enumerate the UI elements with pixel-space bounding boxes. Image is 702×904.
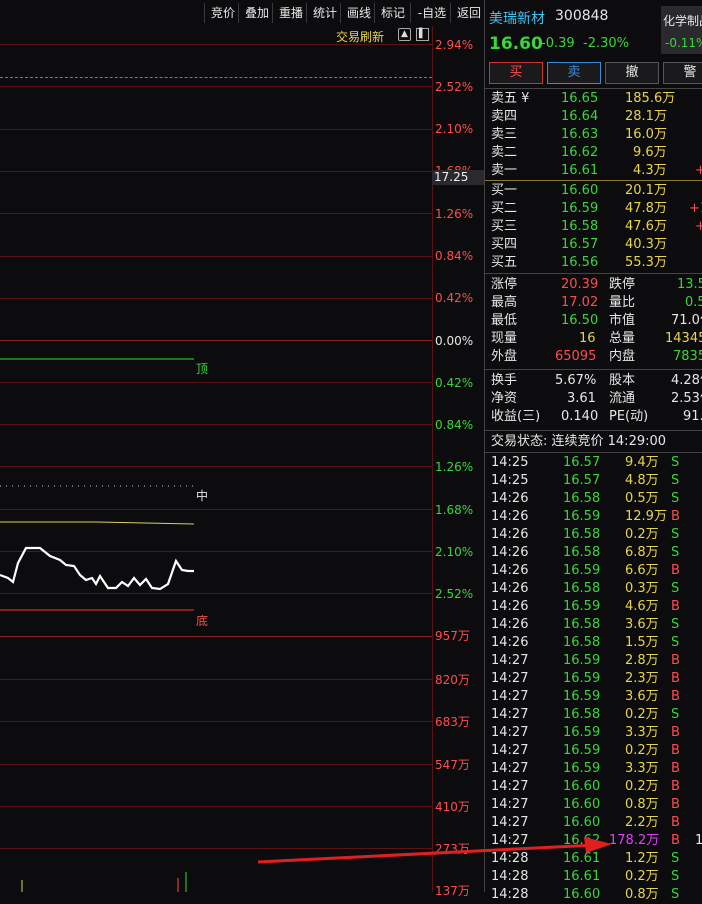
annotation-arrow (257, 837, 612, 864)
